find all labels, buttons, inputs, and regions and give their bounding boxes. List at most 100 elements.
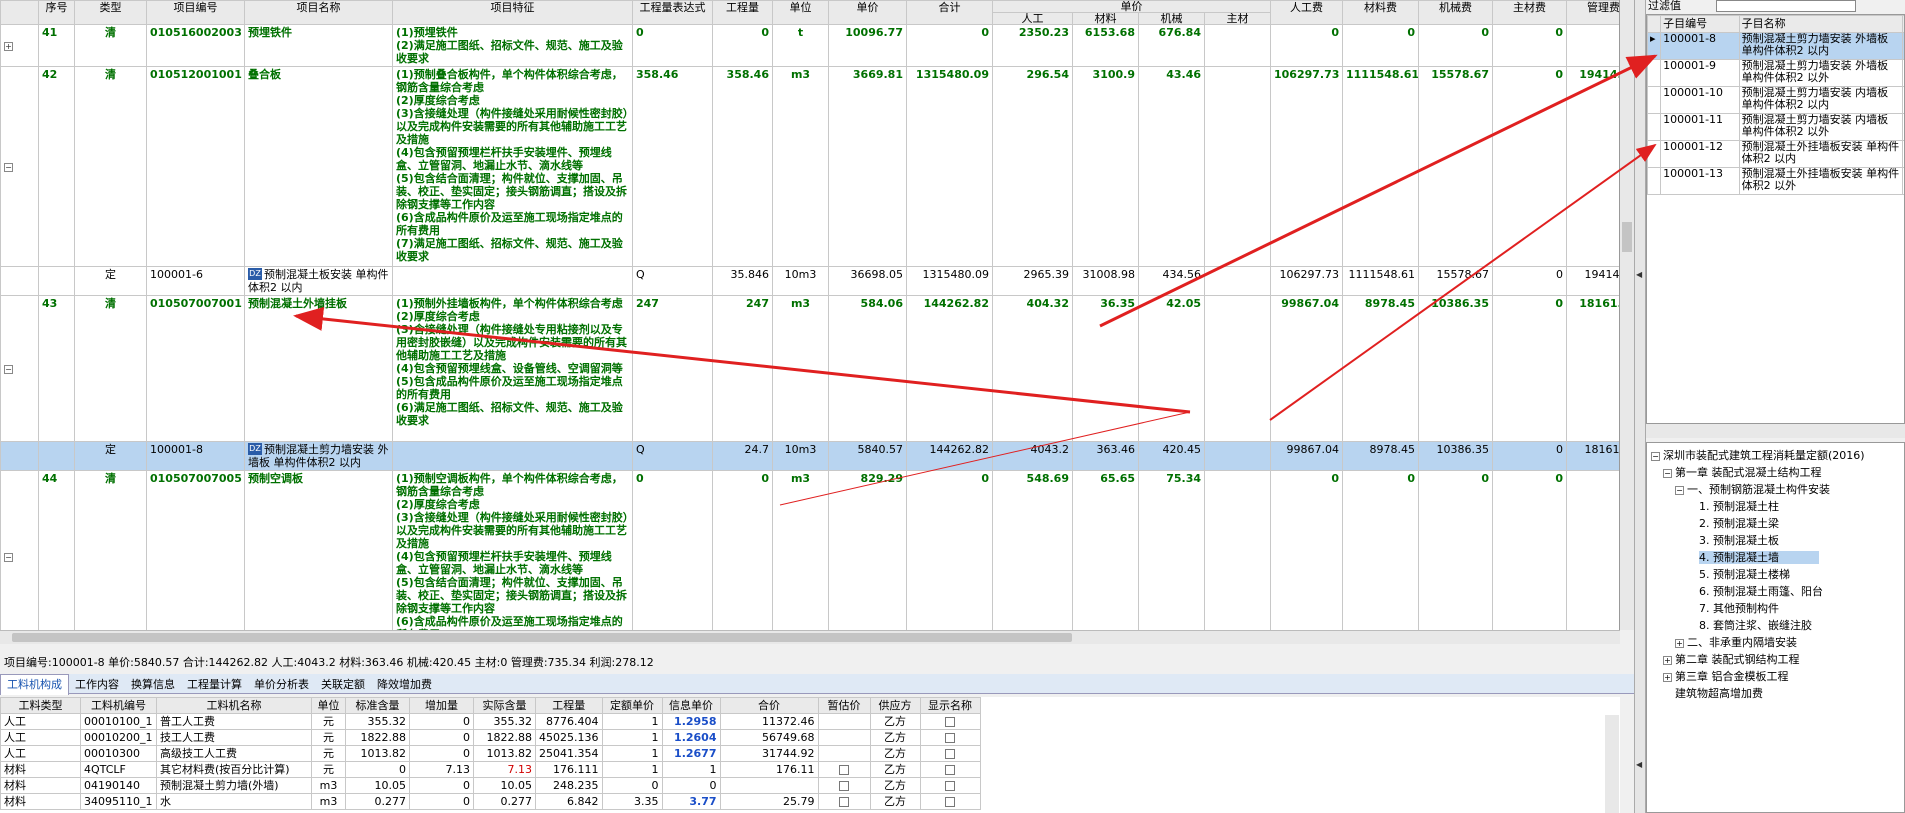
show-name-checkbox[interactable] [945,765,955,775]
cell-material[interactable]: 6153.68 [1072,24,1139,67]
sub-name[interactable]: 预制混凝土外挂墙板安装 单构件体积2 以内 [1738,140,1904,168]
col-expr[interactable]: 工程量表达式 [632,0,713,25]
row-expander[interactable]: + [0,24,39,67]
lower-col-7[interactable]: 工程量 [535,697,603,714]
cell-price[interactable]: 3669.81 [828,66,907,267]
cell-material-fee[interactable]: 8978.45 [1342,441,1419,471]
cell-total[interactable]: 0 [906,470,993,630]
cell-machine-fee[interactable]: 15578.67 [1418,66,1493,267]
cell-mgmt-fee[interactable]: 0 [1566,470,1619,630]
tree-node[interactable]: 6. 预制混凝土雨篷、阳台 [1647,583,1904,600]
lower-col-8[interactable]: 定额单价 [601,697,663,714]
resource-cell-1[interactable]: 04190140 [80,777,157,794]
cell-unit[interactable]: t [772,24,829,67]
row-expander[interactable]: − [0,66,39,267]
tree-node[interactable]: 3. 预制混凝土板 [1647,532,1904,549]
cell-price[interactable]: 584.06 [828,295,907,442]
resource-cell-4[interactable]: 1822.88 [345,729,410,746]
cell-seq[interactable] [38,441,75,471]
cell-machine[interactable]: 420.45 [1138,441,1205,471]
cell-type[interactable]: 清 [74,24,147,67]
cell-labor-fee[interactable]: 106297.73 [1270,266,1343,296]
cell-unit[interactable]: 10m3 [772,441,829,471]
resource-cell-6[interactable]: 1822.88 [473,729,536,746]
cell-expr[interactable]: 0 [632,24,713,67]
resource-cell-13[interactable] [919,761,981,778]
tree-node[interactable]: + 二、非承重内隔墙安装 [1647,634,1904,651]
resource-cell-3[interactable]: 元 [311,729,346,746]
cell-expr[interactable]: 358.46 [632,66,713,267]
cell-material[interactable]: 3100.9 [1072,66,1139,267]
expand-toggle-icon[interactable]: − [4,163,13,172]
lower-col-2[interactable]: 工料机名称 [156,697,312,714]
cell-unit[interactable]: 10m3 [772,266,829,296]
quota-list-row[interactable]: 100001-9预制混凝土剪力墙安装 外墙板 单构件体积2 以外10m3 [1647,59,1904,87]
cell-mgmt-fee[interactable]: 19414.19 [1566,266,1619,296]
resource-cell-4[interactable]: 0 [345,761,410,778]
expand-toggle-icon[interactable]: + [4,42,13,51]
sub-name[interactable]: 预制混凝土外挂墙板安装 单构件体积2 以外 [1738,167,1904,195]
col-seq[interactable]: 序号 [38,0,75,25]
cell-machine-fee[interactable]: 10386.35 [1418,295,1493,442]
quota-list-row[interactable]: 100001-13预制混凝土外挂墙板安装 单构件体积2 以外10m3 [1647,167,1904,195]
cell-seq[interactable]: 41 [38,24,75,67]
cell-feature[interactable] [392,441,633,471]
tree-node[interactable]: 7. 其他预制构件 [1647,600,1904,617]
cell-main-fee[interactable]: 0 [1492,295,1567,442]
tree-node[interactable]: + 第二章 装配式钢结构工程 [1647,651,1904,668]
resource-cell-7[interactable]: 248.235 [535,777,603,794]
cell-code[interactable]: 010507007001 [146,295,245,442]
cell-main-fee[interactable]: 0 [1492,66,1567,267]
quota-list-row[interactable]: ▸100001-8预制混凝土剪力墙安装 外墙板 单构件体积2 以内10m3 [1647,32,1904,60]
cell-price[interactable]: 10096.77 [828,24,907,67]
expand-icon[interactable]: + [1663,672,1672,682]
sub-code[interactable]: 100001-8 [1660,32,1740,60]
resource-row[interactable]: 人工 00010100_1 普工人工费元 355.32 0 355.32 8776.404 1… [0,713,981,730]
resource-cell-1[interactable]: 00010200_1 [80,729,157,746]
resource-cell-5[interactable]: 0 [409,777,474,794]
resource-cell-5[interactable]: 0 [409,729,474,746]
lower-col-10[interactable]: 合价 [719,697,819,714]
resource-cell-10[interactable]: 25.79 [719,793,819,810]
cell-material-fee[interactable]: 0 [1342,470,1419,630]
scroll-thumb[interactable] [1622,222,1632,252]
resource-cell-12[interactable]: 乙方 [869,745,921,762]
resource-cell-6[interactable]: 355.32 [473,713,536,730]
cell-labor[interactable]: 548.69 [992,470,1073,630]
resource-cell-11[interactable] [817,793,871,810]
resource-cell-0[interactable]: 人工 [0,745,81,762]
show-name-checkbox[interactable] [945,733,955,743]
resource-cell-6[interactable]: 7.13 [473,761,536,778]
tree-node[interactable]: + 第三章 铝合金模板工程 [1647,668,1904,685]
main-vertical-scrollbar[interactable] [1620,0,1634,630]
col-main-fee[interactable]: 主材费 [1492,0,1567,25]
collapse-arrow-icon[interactable]: ◀ [1636,270,1642,279]
collapse-icon[interactable]: − [1663,468,1672,478]
resource-cell-11[interactable] [817,729,871,746]
tab-3[interactable]: 工程量计算 [181,675,248,695]
row-expander[interactable]: − [0,470,39,630]
resource-cell-12[interactable]: 乙方 [869,713,921,730]
resource-cell-10[interactable]: 11372.46 [719,713,819,730]
cell-unit[interactable]: m3 [772,295,829,442]
resource-row[interactable]: 材料 04190140 预制混凝土剪力墙(外墙) m3 10.05 0 10.05 248.2… [0,777,981,794]
row-expander[interactable]: − [0,295,39,442]
resource-cell-2[interactable]: 其它材料费(按百分比计算) [156,761,312,778]
resource-cell-8[interactable]: 1 [601,745,663,762]
cell-type[interactable]: 清 [74,470,147,630]
resource-cell-0[interactable]: 材料 [0,777,81,794]
cell-qty[interactable]: 24.7 [712,441,773,471]
col-mgmt-fee[interactable]: 管理费 [1566,0,1619,25]
expand-icon[interactable]: + [1663,655,1672,665]
resource-cell-6[interactable]: 0.277 [473,793,536,810]
tab-6[interactable]: 降效增加费 [371,675,438,695]
col-price[interactable]: 单价 [828,0,907,25]
cell-mgmt-fee[interactable]: 0 [1566,24,1619,67]
cell-labor[interactable]: 296.54 [992,66,1073,267]
collapse-arrow-icon[interactable]: ◀ [1636,760,1642,769]
resource-cell-5[interactable]: 7.13 [409,761,474,778]
cell-machine-fee[interactable]: 0 [1418,470,1493,630]
cell-name[interactable]: 预制混凝土外墙挂板 [244,295,393,442]
cell-expr[interactable]: Q [632,266,713,296]
show-name-checkbox[interactable] [945,797,955,807]
